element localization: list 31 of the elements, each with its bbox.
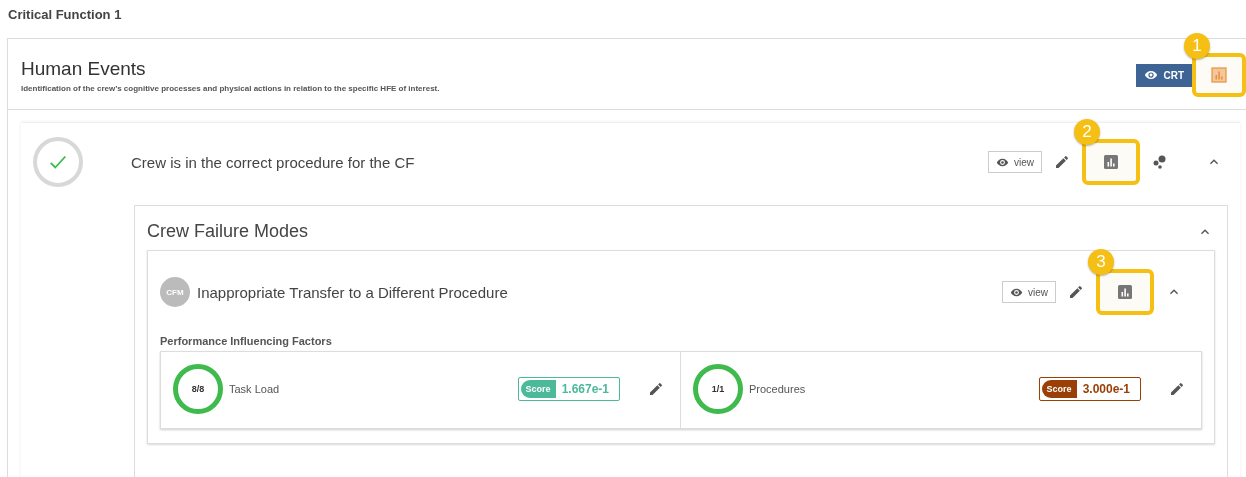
- view-button[interactable]: view: [1002, 281, 1056, 303]
- callout-badge: 2: [1074, 119, 1100, 145]
- score-tag: Score 3.000e-1: [1038, 377, 1141, 401]
- bar-chart-icon: [1103, 154, 1119, 170]
- score-tag: Score 1.667e-1: [517, 377, 620, 401]
- eye-icon: [1144, 68, 1159, 82]
- callout-badge: 3: [1088, 249, 1114, 275]
- pencil-icon: [1169, 381, 1185, 397]
- count-ring: 8/8: [173, 364, 223, 414]
- cfm-badge: CFM: [160, 277, 190, 307]
- chart-button[interactable]: [1096, 269, 1154, 315]
- section-title: Human Events: [21, 57, 147, 80]
- page-title: Critical Function 1: [7, 6, 123, 24]
- callout-badge: 1: [1184, 33, 1210, 59]
- section-description: Identification of the crew’s cognitive processes and physical actions in relation to the specific HFE of interest.: [21, 83, 441, 93]
- pencil-icon: [648, 381, 664, 397]
- chart-button[interactable]: [1082, 139, 1140, 185]
- bar-chart-icon: [1211, 67, 1227, 83]
- panel-title: Crew Failure Modes: [147, 221, 309, 242]
- factor-name: Task Load: [229, 383, 281, 395]
- factor-name: Procedures: [749, 383, 807, 395]
- bar-chart-icon: [1117, 284, 1133, 300]
- pencil-icon: [1068, 284, 1084, 300]
- bubbles-icon: [1152, 154, 1168, 170]
- view-button[interactable]: view: [988, 151, 1042, 173]
- hfe-title: Crew is in the correct procedure for the CF: [131, 153, 416, 171]
- failure-mode-title: Inappropriate Transfer to a Different Procedure: [197, 283, 509, 301]
- pencil-icon: [1054, 154, 1070, 170]
- count-ring: 1/1: [693, 364, 743, 414]
- subsection-title: Performance Influencing Factors: [160, 335, 333, 347]
- crt-button[interactable]: CRT: [1136, 63, 1192, 87]
